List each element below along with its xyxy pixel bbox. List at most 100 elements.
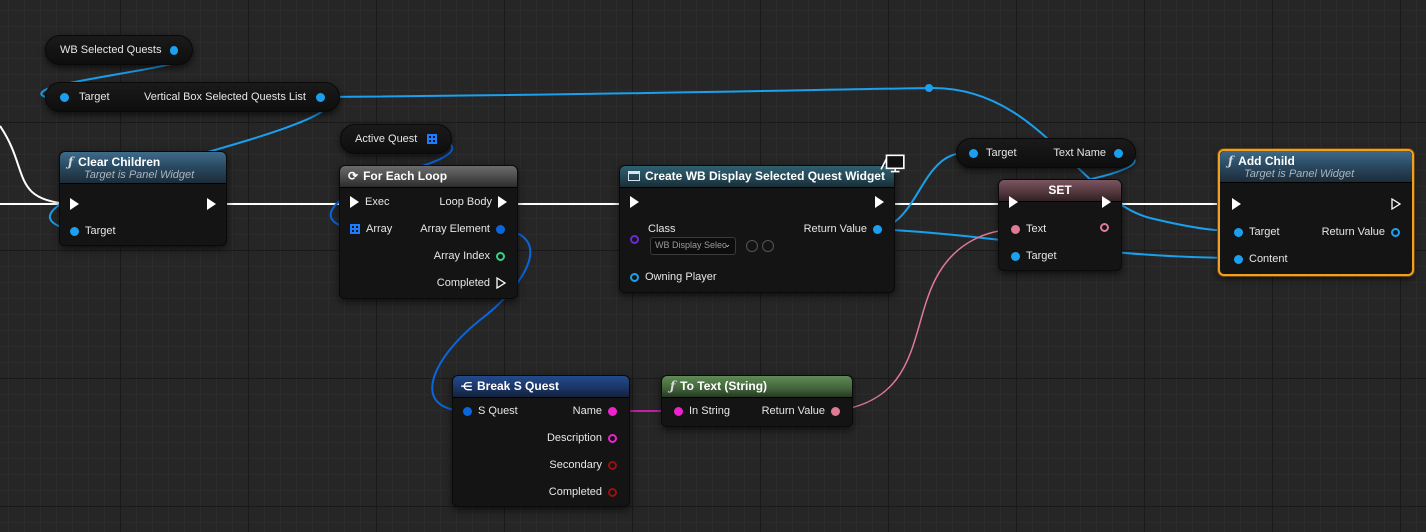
set-node[interactable]: SET Text Target [998, 179, 1122, 271]
add-child-exec-in[interactable] [1232, 198, 1241, 210]
set-text-output-pin[interactable] [1100, 223, 1109, 232]
set-target-pin[interactable] [1011, 251, 1020, 261]
wb-selected-quests-getter[interactable]: WB Selected Quests [45, 35, 193, 65]
add-child-content-pin[interactable] [1234, 254, 1243, 264]
add-child-exec-out[interactable] [1391, 198, 1402, 210]
set-node-title: SET [1048, 183, 1072, 197]
monitor-icon [880, 154, 905, 173]
for-each-exec-in[interactable] [350, 196, 359, 208]
break-completed-pin[interactable] [608, 487, 617, 497]
wb-selected-quests-label: WB Selected Quests [60, 44, 162, 56]
add-child-content-label: Content [1249, 253, 1288, 265]
set-text-pin[interactable] [1011, 224, 1020, 234]
wb-selected-quests-output-pin[interactable] [169, 45, 178, 55]
function-icon: ƒ [670, 379, 676, 393]
add-child-target-label: Target [1249, 226, 1280, 238]
for-each-array-label: Array [366, 223, 393, 235]
add-child-return-pin[interactable] [1391, 227, 1400, 237]
clear-children-header: ƒ Clear Children Target is Panel Widget [60, 152, 226, 184]
to-text-header: ƒ To Text (String) [662, 376, 852, 398]
break-name-pin[interactable] [608, 406, 617, 416]
create-widget-return-label: Return Value [803, 223, 867, 235]
clear-children-target-pin[interactable] [70, 226, 79, 236]
break-struct-icon: ⋲ [461, 380, 472, 393]
create-widget-exec-out[interactable] [875, 196, 884, 208]
search-icon[interactable] [762, 240, 774, 252]
for-each-loop-body-label: Loop Body [439, 196, 492, 208]
break-name-label: Name [572, 405, 602, 417]
for-each-loop-body-pin[interactable] [498, 196, 507, 208]
clear-children-title: Clear Children [78, 155, 161, 169]
add-child-subtitle: Target is Panel Widget [1244, 168, 1355, 180]
break-secondary-pin[interactable] [608, 460, 617, 470]
clear-children-exec-in[interactable] [70, 198, 79, 210]
text-name-output-label: Text Name [1053, 147, 1106, 159]
function-icon: ƒ [68, 155, 74, 169]
create-widget-header: Create WB Display Selected Quest Widget [620, 166, 894, 188]
break-s-quest-title: Break S Quest [477, 379, 560, 393]
create-widget-return-pin[interactable] [873, 224, 882, 234]
loop-icon: ⟳ [348, 169, 359, 183]
text-name-target-label: Target [986, 147, 1017, 159]
create-widget-node[interactable]: Create WB Display Selected Quest Widget … [619, 154, 905, 293]
vertical-box-output-label: Vertical Box Selected Quests List [143, 91, 306, 103]
for-each-completed-label: Completed [436, 277, 490, 289]
widget-icon [628, 171, 640, 181]
for-each-loop-node[interactable]: ⟳ For Each Loop Exec Loop Body Array Arra… [339, 165, 518, 299]
for-each-array-pin[interactable] [350, 224, 360, 234]
to-text-input-pin[interactable] [674, 406, 683, 416]
for-each-loop-title: For Each Loop [363, 169, 448, 183]
set-text-label: Text [1026, 223, 1047, 235]
clear-children-node[interactable]: ƒ Clear Children Target is Panel Widget T… [59, 151, 227, 246]
for-each-loop-header: ⟳ For Each Loop [340, 166, 517, 188]
create-widget-owning-player-pin[interactable] [630, 272, 639, 282]
active-quest-getter[interactable]: Active Quest [340, 124, 452, 154]
create-widget-exec-in[interactable] [630, 196, 639, 208]
create-widget-class-pin[interactable] [630, 235, 639, 244]
for-each-completed-pin[interactable] [496, 277, 507, 289]
active-quest-label: Active Quest [355, 133, 418, 145]
to-text-title: To Text (String) [680, 379, 768, 393]
add-child-title: Add Child [1238, 154, 1295, 168]
class-dropdown-value: WB Display Selec [655, 240, 727, 250]
for-each-array-index-label: Array Index [433, 250, 490, 262]
for-each-array-element-pin[interactable] [496, 224, 505, 234]
set-exec-out[interactable] [1102, 196, 1111, 208]
break-secondary-label: Secondary [549, 459, 602, 471]
for-each-exec-label: Exec [365, 196, 390, 208]
browse-icon[interactable] [746, 240, 758, 252]
for-each-array-element-label: Array Element [420, 223, 490, 235]
for-each-array-index-pin[interactable] [496, 251, 505, 261]
break-completed-label: Completed [548, 486, 602, 498]
set-target-label: Target [1026, 250, 1057, 262]
vertical-box-getter[interactable]: Target Vertical Box Selected Quests List [45, 82, 340, 112]
add-child-return-label: Return Value [1321, 226, 1385, 238]
text-name-output-pin[interactable] [1114, 148, 1123, 158]
to-text-node[interactable]: ƒ To Text (String) In String Return Value [661, 375, 853, 427]
break-s-quest-input-pin[interactable] [463, 406, 472, 416]
break-description-pin[interactable] [608, 433, 617, 443]
create-widget-owning-player-label: Owning Player [645, 271, 717, 283]
break-s-quest-header: ⋲ Break S Quest [453, 376, 629, 398]
clear-children-exec-out[interactable] [207, 198, 216, 210]
create-widget-title: Create WB Display Selected Quest Widget [645, 169, 885, 183]
to-text-return-pin[interactable] [831, 406, 840, 416]
vertical-box-output-pin[interactable] [316, 92, 325, 102]
break-description-label: Description [546, 432, 602, 444]
add-child-node[interactable]: ƒ Add Child Target is Panel Widget Target… [1218, 149, 1414, 276]
set-exec-in[interactable] [1009, 196, 1018, 208]
add-child-header: ƒ Add Child Target is Panel Widget [1220, 151, 1412, 183]
vertical-box-target-pin[interactable] [60, 92, 69, 102]
to-text-input-label: In String [689, 405, 730, 417]
vertical-box-target-label: Target [79, 91, 110, 103]
to-text-return-label: Return Value [761, 405, 825, 417]
function-icon: ƒ [1228, 154, 1234, 168]
add-child-target-pin[interactable] [1234, 227, 1243, 237]
text-name-target-pin[interactable] [969, 148, 978, 158]
array-icon[interactable] [427, 134, 437, 144]
clear-children-target-label: Target [85, 225, 116, 237]
break-s-quest-input-label: S Quest [478, 405, 518, 417]
break-s-quest-node[interactable]: ⋲ Break S Quest S Quest Name Description … [452, 375, 630, 507]
text-name-getter[interactable]: Target Text Name [956, 138, 1136, 168]
class-dropdown[interactable]: WB Display Selec ⌄ [650, 237, 736, 255]
